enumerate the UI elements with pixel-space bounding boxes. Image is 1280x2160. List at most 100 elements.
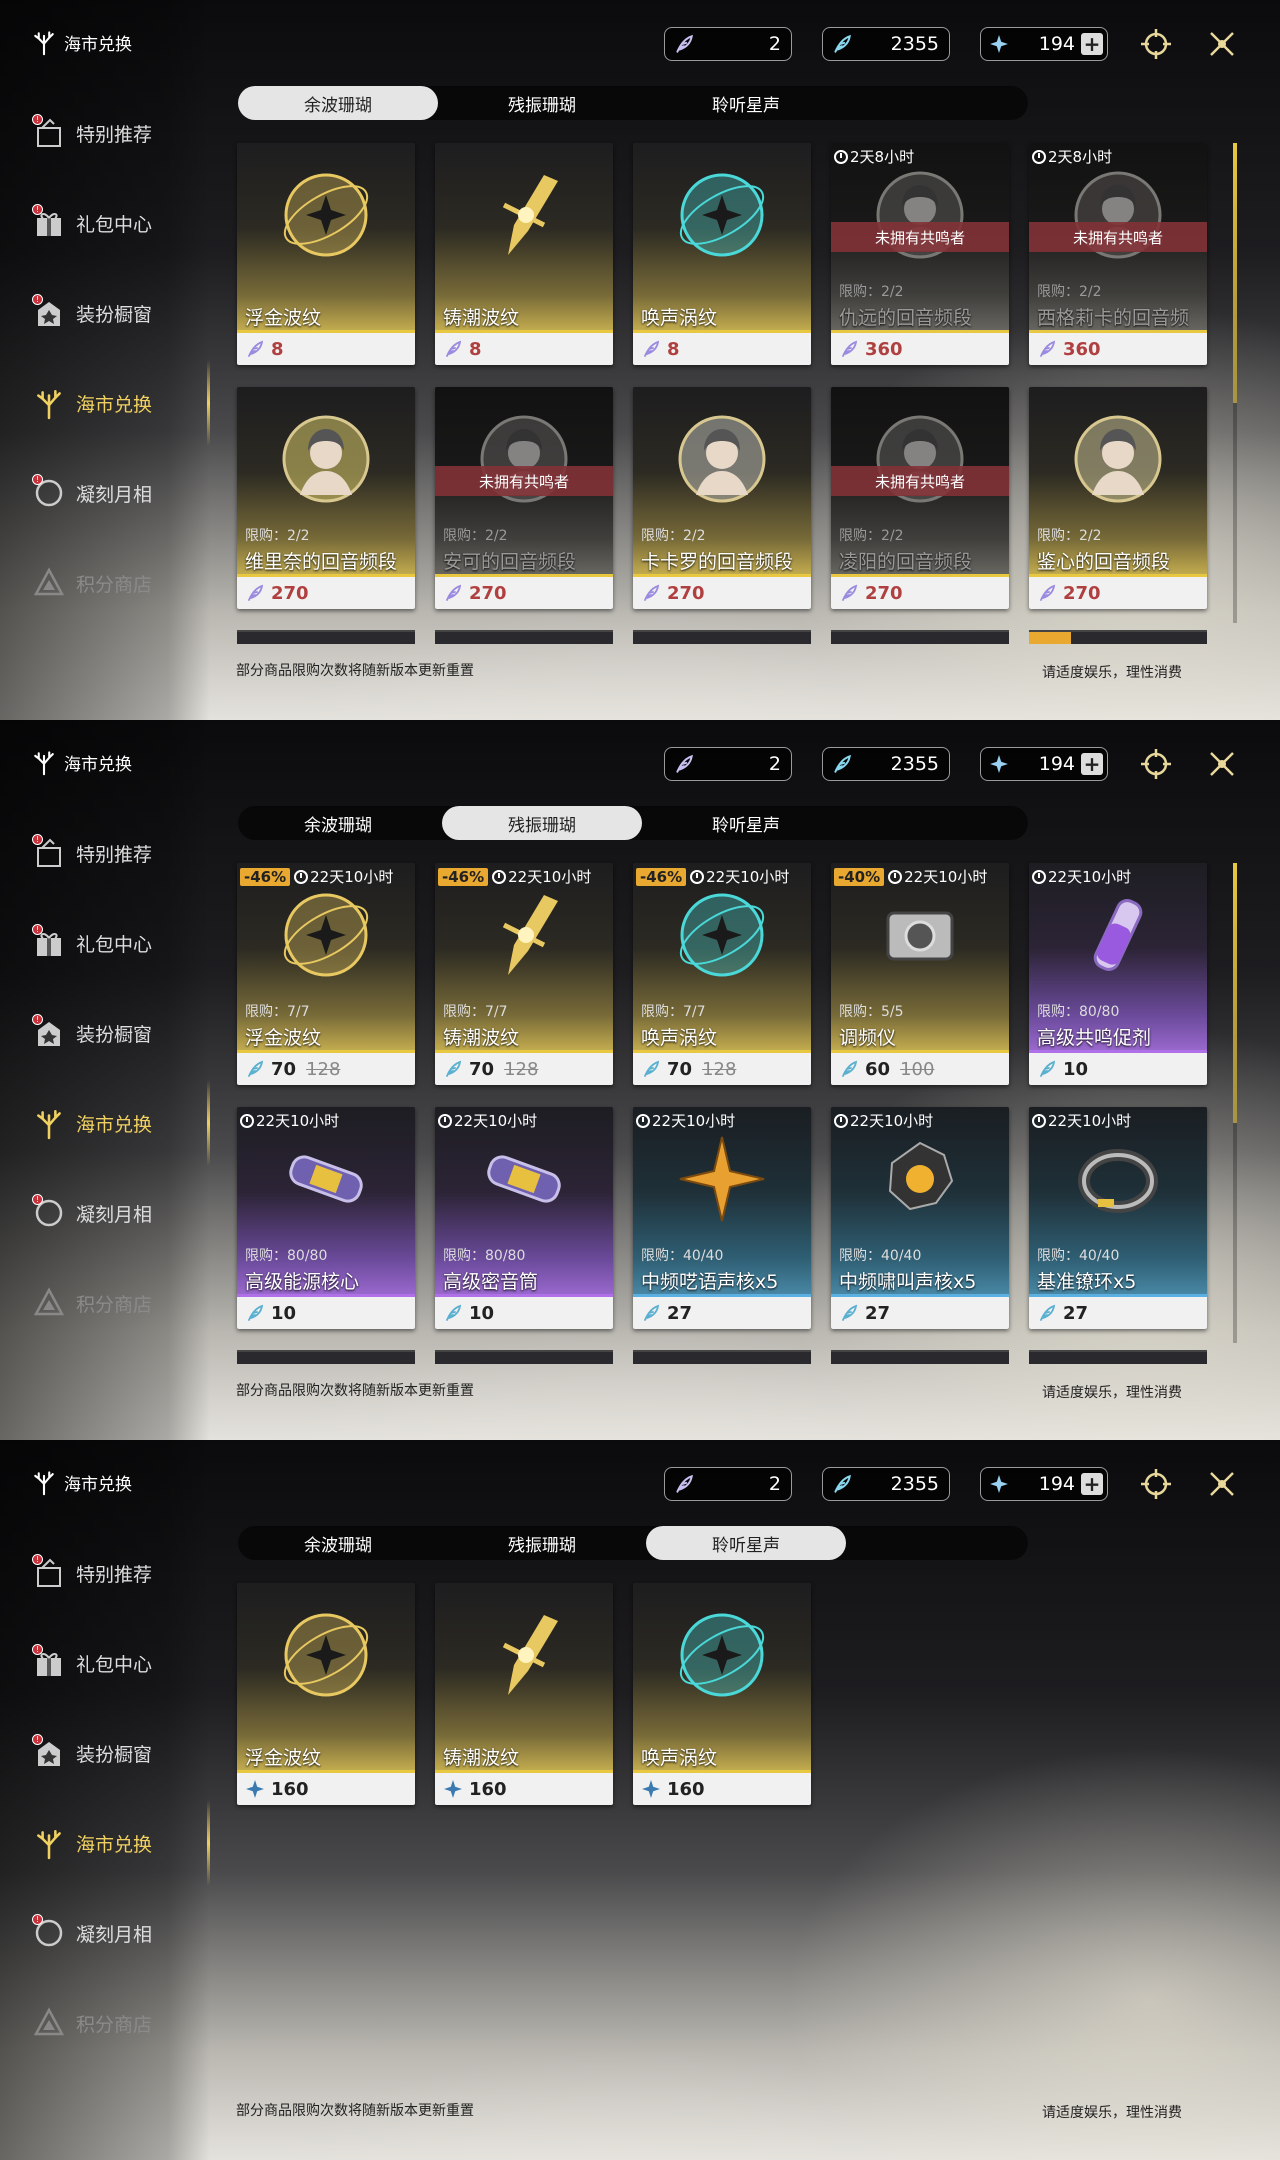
close-icon[interactable]	[1204, 26, 1240, 62]
nav-item-moon[interactable]: ! 凝刻月相	[0, 1888, 210, 1978]
nav-item-featured[interactable]: ! 特别推荐	[0, 808, 210, 898]
nav-item-gift[interactable]: ! 礼包中心	[0, 898, 210, 988]
nav-item-points-shop[interactable]: 积分商店	[0, 1978, 210, 2068]
item-name: 唤声涡纹	[641, 1027, 718, 1049]
currency-xingsheng[interactable]: 194 +	[980, 27, 1108, 61]
item-price: 270	[831, 577, 1009, 609]
currency-yubo[interactable]: 2	[664, 27, 792, 61]
timer: 22天10小时	[240, 1110, 339, 1131]
tab-canzhen-coral[interactable]: 残振珊瑚	[442, 86, 642, 120]
shop-item[interactable]: 22天10小时 限购：40/40 基准镣环x5 27	[1029, 1107, 1207, 1329]
add-button[interactable]: +	[1081, 32, 1103, 56]
shop-item[interactable]: 22天10小时 限购：80/80 高级能源核心 10	[237, 1107, 415, 1329]
shop-item[interactable]: 唤声涡纹 160	[633, 1583, 811, 1805]
shop-item[interactable]: 22天10小时 限购：80/80 高级共鸣促剂 10	[1029, 863, 1207, 1085]
close-icon[interactable]	[1204, 1466, 1240, 1502]
nav-item-points-shop[interactable]: 积分商店	[0, 538, 210, 628]
nav-list: ! 特别推荐 ! 礼包中心 ! 装扮橱窗 海市兑换 ! 凝刻月相 积分商店	[0, 88, 210, 628]
feather-icon	[673, 753, 695, 775]
tab-yubo-coral[interactable]: 余波珊瑚	[238, 1526, 438, 1560]
nav-label: 装扮橱窗	[76, 1743, 153, 1766]
tab-bar: 余波珊瑚 残振珊瑚 聆听星声	[238, 1526, 1028, 1560]
tab-listen-stars[interactable]: 聆听星声	[646, 806, 846, 840]
tab-canzhen-coral[interactable]: 残振珊瑚	[442, 1526, 642, 1560]
nav-item-featured[interactable]: ! 特别推荐	[0, 88, 210, 178]
tab-yubo-coral[interactable]: 余波珊瑚	[238, 806, 438, 840]
original-price: 128	[702, 1058, 737, 1080]
shop-item[interactable]: 未拥有共鸣者 限购：2/2 凌阳的回音频段 270	[831, 387, 1009, 609]
shop-item[interactable]: 2天8小时 未拥有共鸣者 限购：2/2 仇远的回音频段 360	[831, 143, 1009, 365]
shop-item[interactable]: 铸潮波纹 160	[435, 1583, 613, 1805]
nav-label: 凝刻月相	[76, 1923, 153, 1946]
nav-item-gift[interactable]: ! 礼包中心	[0, 1618, 210, 1708]
scrollbar-thumb[interactable]	[1233, 863, 1237, 1123]
shop-item[interactable]: 限购：2/2 卡卡罗的回音频段 270	[633, 387, 811, 609]
currency-canzhen[interactable]: 2355	[822, 27, 950, 61]
currency-yubo[interactable]: 2	[664, 1467, 792, 1501]
currency-canzhen[interactable]: 2355	[822, 1467, 950, 1501]
nav-item-coral-exchange[interactable]: 海市兑换	[0, 1078, 210, 1168]
feather-icon	[839, 1059, 859, 1079]
tab-yubo-coral[interactable]: 余波珊瑚	[238, 86, 438, 120]
currency-xingsheng[interactable]: 194 +	[980, 747, 1108, 781]
compass-icon[interactable]	[1138, 746, 1174, 782]
nav-item-points-shop[interactable]: 积分商店	[0, 1258, 210, 1348]
tab-listen-stars[interactable]: 聆听星声	[646, 1526, 846, 1560]
compass-icon[interactable]	[1138, 26, 1174, 62]
nav-item-moon[interactable]: ! 凝刻月相	[0, 1168, 210, 1258]
clock-icon	[1032, 1113, 1046, 1128]
sidebar: 海市兑换 ! 特别推荐 ! 礼包中心 ! 装扮橱窗 海市兑换 ! 凝刻月相 积分商店	[0, 720, 210, 1440]
shop-item[interactable]: 铸潮波纹 8	[435, 143, 613, 365]
tab-listen-stars[interactable]: 聆听星声	[646, 86, 846, 120]
golden-orb-icon	[276, 165, 376, 265]
nav-item-coral-exchange[interactable]: 海市兑换	[0, 1798, 210, 1888]
close-icon[interactable]	[1204, 746, 1240, 782]
nav-item-featured[interactable]: ! 特别推荐	[0, 1528, 210, 1618]
purchase-limit: 限购：2/2	[839, 528, 904, 544]
currency-yubo[interactable]: 2	[664, 747, 792, 781]
add-button[interactable]: +	[1081, 1472, 1103, 1496]
shop-item[interactable]: 浮金波纹 160	[237, 1583, 415, 1805]
portrait-icon	[1068, 409, 1168, 509]
not-owned-banner: 未拥有共鸣者	[831, 222, 1009, 252]
nav-label: 装扮橱窗	[76, 1023, 153, 1046]
nav-item-coral-exchange[interactable]: 海市兑换	[0, 358, 210, 448]
tab-canzhen-coral[interactable]: 残振珊瑚	[442, 806, 642, 840]
teal-orb-icon	[672, 165, 772, 265]
item-grid: 浮金波纹 8 铸潮波纹 8 唤声涡纹 8 2天8小时 未拥有共鸣者 限购：2/2…	[237, 143, 1207, 609]
nav-item-wardrobe[interactable]: ! 装扮橱窗	[0, 268, 210, 358]
timer: -40% 22天10小时	[834, 866, 987, 887]
ring-icon	[1068, 1129, 1168, 1229]
item-name: 基准镣环x5	[1037, 1271, 1137, 1293]
healthy-play-notice: 请适度娱乐，理性消费	[1042, 1385, 1182, 1401]
item-name: 调频仪	[839, 1027, 897, 1049]
shop-item[interactable]: 浮金波纹 8	[237, 143, 415, 365]
currency-canzhen[interactable]: 2355	[822, 747, 950, 781]
nav-item-wardrobe[interactable]: ! 装扮橱窗	[0, 1708, 210, 1798]
shop-item[interactable]: 22天10小时 限购：40/40 中频啸叫声核x5 27	[831, 1107, 1009, 1329]
shop-item[interactable]: -46% 22天10小时 限购：7/7 浮金波纹 70 128	[237, 863, 415, 1085]
shop-item[interactable]: 未拥有共鸣者 限购：2/2 安可的回音频段 270	[435, 387, 613, 609]
shop-item[interactable]: 22天10小时 限购：80/80 高级密音筒 10	[435, 1107, 613, 1329]
purchase-limit: 限购：7/7	[641, 1004, 706, 1020]
shop-item[interactable]: 2天8小时 未拥有共鸣者 限购：2/2 西格莉卡的回音频段 360	[1029, 143, 1207, 365]
shop-item[interactable]: 限购：2/2 鉴心的回音频段 270	[1029, 387, 1207, 609]
star-icon	[641, 1779, 661, 1799]
nav-item-moon[interactable]: ! 凝刻月相	[0, 448, 210, 538]
shop-item[interactable]: -46% 22天10小时 限购：7/7 唤声涡纹 70 128	[633, 863, 811, 1085]
currency-xingsheng[interactable]: 194 +	[980, 1467, 1108, 1501]
coral-icon	[30, 1468, 58, 1496]
nav-item-gift[interactable]: ! 礼包中心	[0, 178, 210, 268]
scrollbar-thumb[interactable]	[1233, 143, 1237, 403]
shop-item[interactable]: -40% 22天10小时 限购：5/5 调频仪 60 100	[831, 863, 1009, 1085]
shop-item[interactable]: -46% 22天10小时 限购：7/7 铸潮波纹 70 128	[435, 863, 613, 1085]
add-button[interactable]: +	[1081, 752, 1103, 776]
shop-item[interactable]: 22天10小时 限购：40/40 中频呓语声核x5 27	[633, 1107, 811, 1329]
shop-item[interactable]: 唤声涡纹 8	[633, 143, 811, 365]
shop-item[interactable]: 限购：2/2 维里奈的回音频段 270	[237, 387, 415, 609]
feather-icon	[839, 339, 859, 359]
feather-icon	[443, 1059, 463, 1079]
nav-label: 积分商店	[76, 1293, 153, 1316]
compass-icon[interactable]	[1138, 1466, 1174, 1502]
nav-item-wardrobe[interactable]: ! 装扮橱窗	[0, 988, 210, 1078]
